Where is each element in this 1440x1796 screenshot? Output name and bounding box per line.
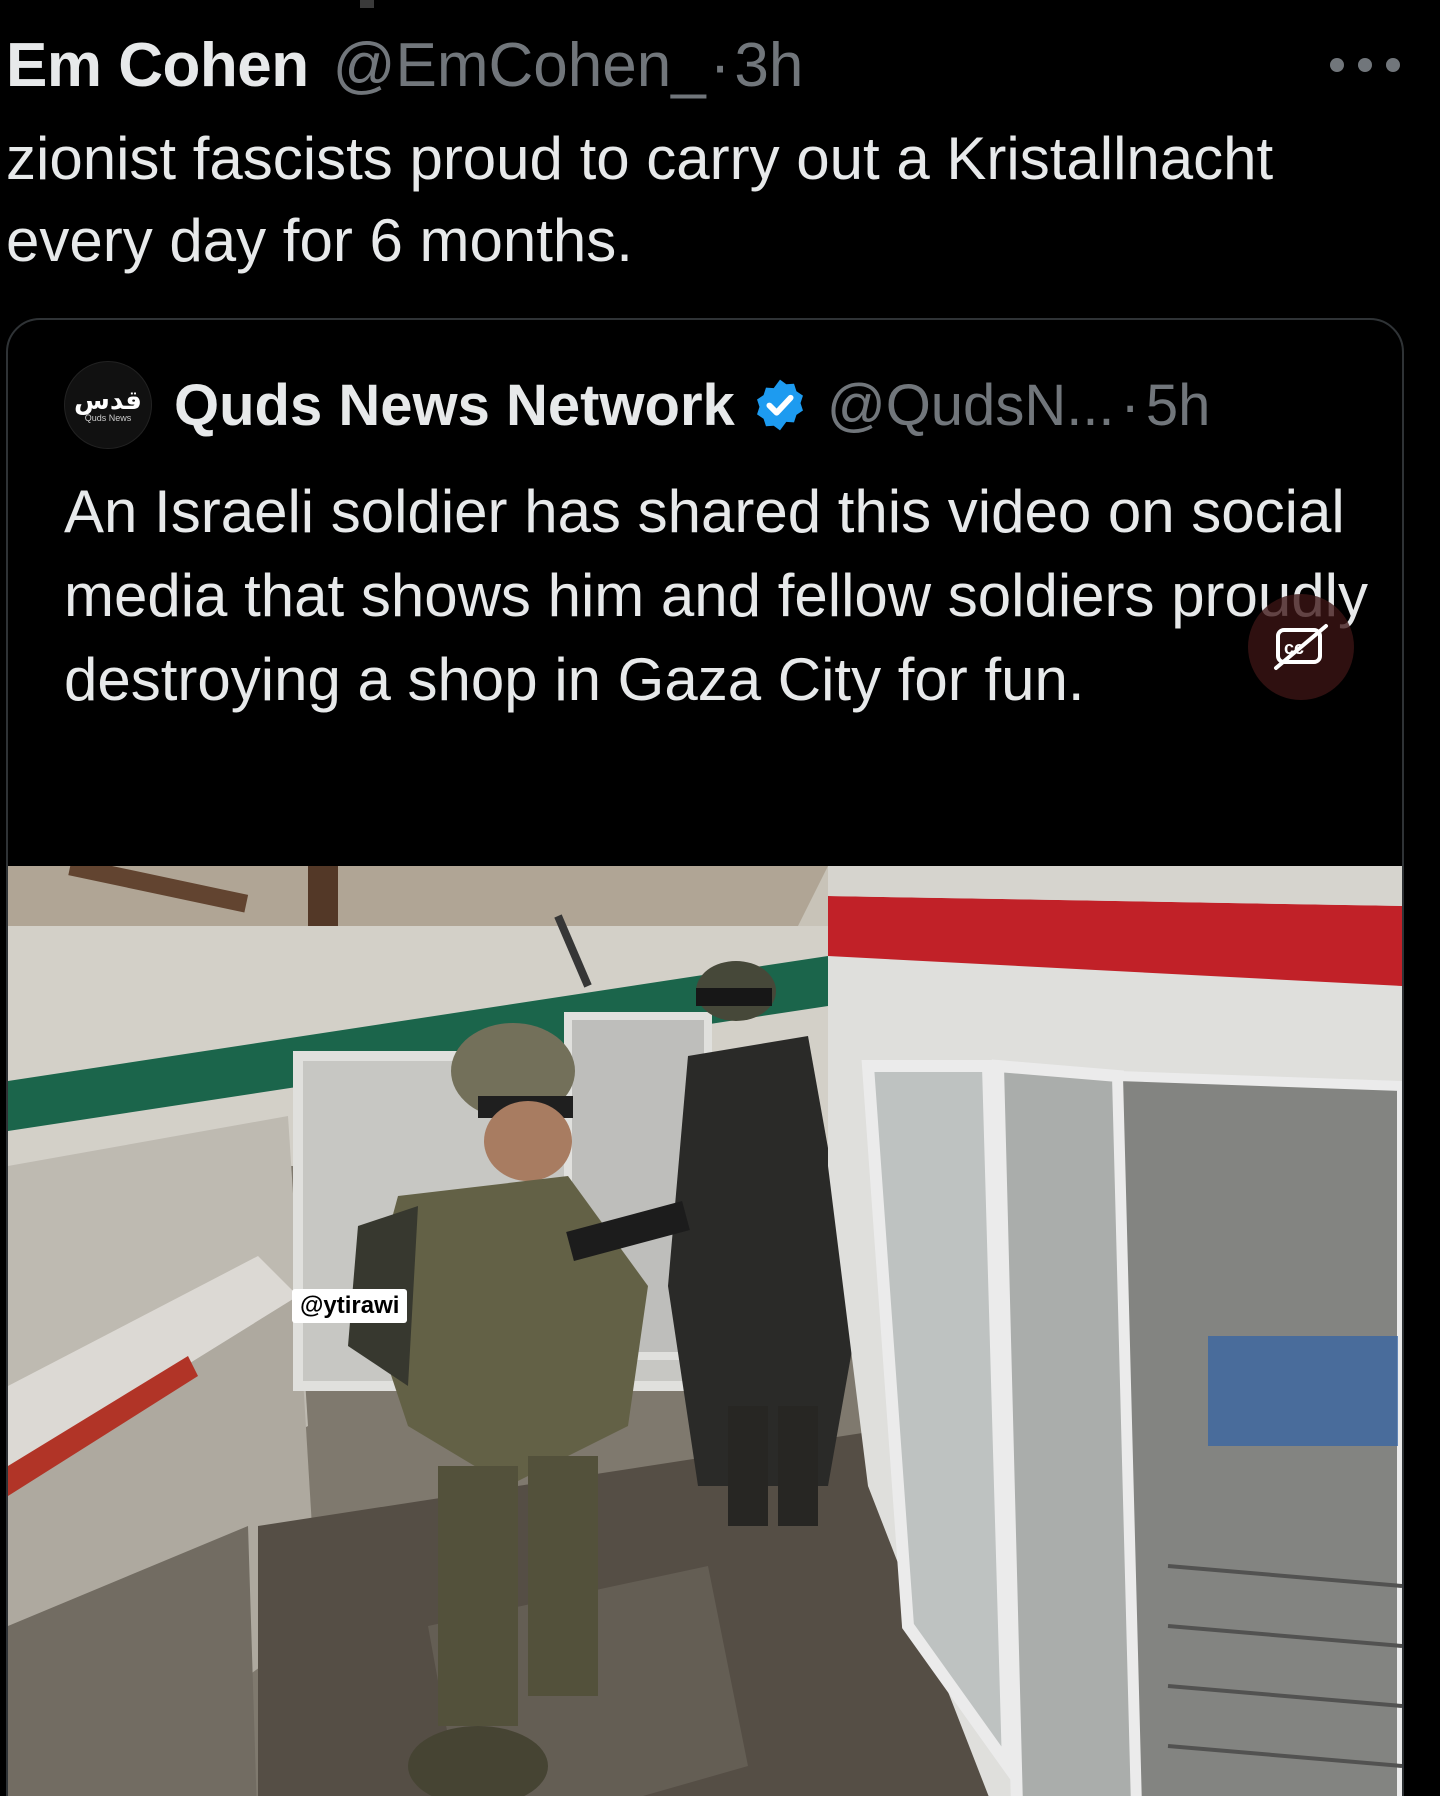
video-player[interactable] bbox=[8, 866, 1402, 1796]
quoted-tweet-text: An Israeli soldier has shared this video… bbox=[64, 478, 1368, 713]
separator-dot: · bbox=[709, 31, 731, 100]
tweet-timestamp[interactable]: 3h bbox=[734, 30, 803, 102]
avatar[interactable]: قدس Quds News bbox=[64, 361, 152, 449]
verified-badge-icon bbox=[756, 379, 803, 431]
more-dots-icon bbox=[1330, 58, 1344, 72]
author-handle[interactable]: @EmCohen_ bbox=[333, 30, 706, 102]
quoted-tweet-timestamp[interactable]: 5h bbox=[1146, 372, 1211, 439]
quoted-tweet-header: قدس Quds News Quds News Network @QudsN..… bbox=[64, 361, 1211, 449]
captions-toggle-button[interactable]: cc bbox=[1248, 594, 1354, 700]
quoted-author-handle[interactable]: @QudsN... bbox=[827, 372, 1115, 439]
tweet-header: Em Cohen @EmCohen_ · 3h bbox=[6, 30, 803, 102]
video-frame bbox=[8, 866, 1402, 1796]
video-watermark: @ytirawi bbox=[292, 1289, 408, 1323]
avatar-logo-subtext: Quds News bbox=[84, 412, 132, 423]
quoted-tweet-card[interactable]: قدس Quds News Quds News Network @QudsN..… bbox=[6, 318, 1404, 1796]
more-dot bbox=[1386, 58, 1400, 72]
quoted-author-name[interactable]: Quds News Network bbox=[174, 372, 735, 439]
author-name[interactable]: Em Cohen bbox=[6, 30, 309, 102]
captions-off-icon: cc bbox=[1274, 624, 1328, 670]
cut-off-previous-content bbox=[360, 0, 374, 8]
tweet-text: zionist fascists proud to carry out a Kr… bbox=[6, 125, 1274, 274]
separator-dot: · bbox=[1120, 372, 1140, 438]
screenshot-page: Em Cohen @EmCohen_ · 3h zionist fascists… bbox=[0, 0, 1440, 1796]
more-dot bbox=[1358, 58, 1372, 72]
more-options-button[interactable] bbox=[1330, 50, 1400, 80]
avatar-logo-text: قدس bbox=[74, 384, 142, 415]
